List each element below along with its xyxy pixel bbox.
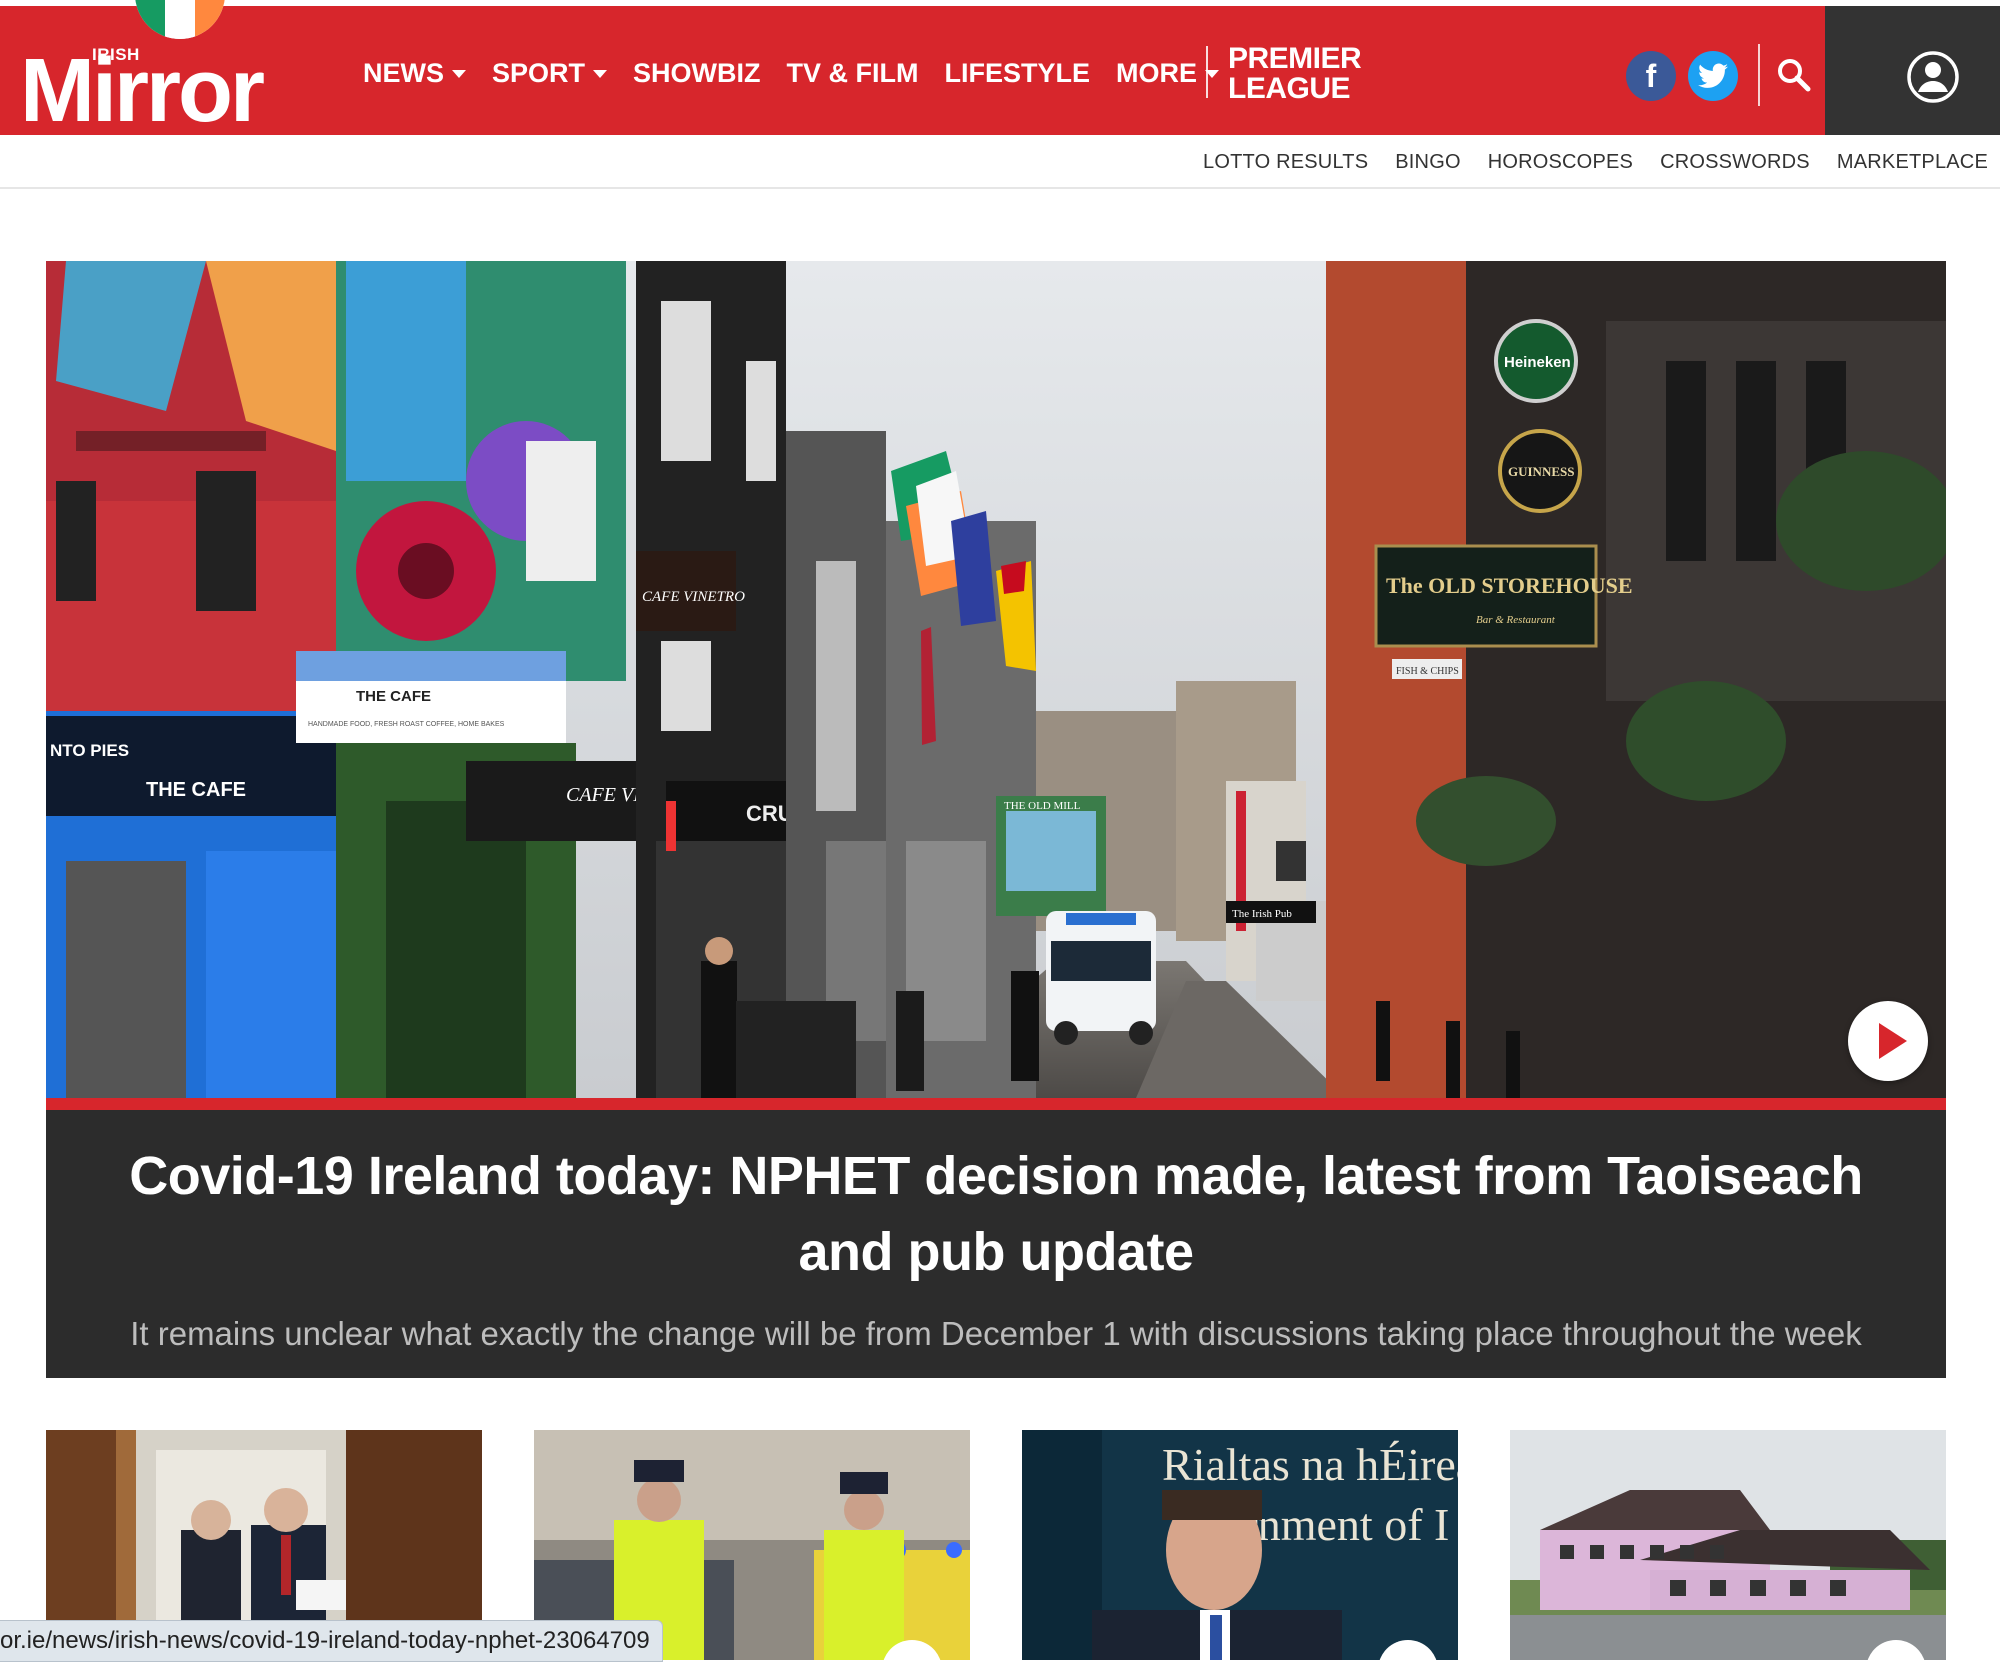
nav-sport[interactable]: SPORT xyxy=(492,58,608,89)
secondary-nav: LOTTO RESULTS BINGO HOROSCOPES CROSSWORD… xyxy=(0,135,2000,189)
subnav-bingo[interactable]: BINGO xyxy=(1395,151,1460,174)
nav-showbiz[interactable]: SHOWBIZ xyxy=(633,58,761,89)
sign-heineken: Heineken xyxy=(1504,354,1571,371)
sign-cafe-left: THE CAFE xyxy=(146,779,246,801)
sign-irish-pub: The Irish Pub xyxy=(1232,908,1292,920)
sign-cafe-mid: THE CAFE xyxy=(356,688,431,705)
subnav-lotto-results[interactable]: LOTTO RESULTS xyxy=(1203,151,1368,174)
hero-image[interactable]: NTO PIES THE CAFE THE CAFE HANDMADE FOOD… xyxy=(46,261,1946,1098)
sign-old-mill: THE OLD MILL xyxy=(1004,800,1081,812)
sign-pies: NTO PIES xyxy=(50,741,129,760)
nav-tv-film-label: TV & FILM xyxy=(786,58,919,88)
subnav-horoscopes[interactable]: HOROSCOPES xyxy=(1488,151,1633,174)
nav-more[interactable]: MORE xyxy=(1116,58,1220,89)
sign-guinness: GUINNESS xyxy=(1508,464,1574,479)
status-bar-url: or.ie/news/irish-news/covid-19-ireland-t… xyxy=(0,1620,663,1662)
nav-showbiz-label: SHOWBIZ xyxy=(633,58,761,88)
taoiseach-photo: Rialtas na hÉirea ernment of I xyxy=(1022,1430,1458,1660)
play-video-button[interactable] xyxy=(1848,1001,1928,1081)
search-icon[interactable] xyxy=(1777,58,1811,92)
nav-news-label: NEWS xyxy=(363,58,444,88)
nav-lifestyle-label: LIFESTYLE xyxy=(944,58,1091,88)
irish-flag-icon xyxy=(135,0,225,39)
facebook-icon[interactable]: f xyxy=(1626,51,1676,101)
premier-league-line1: PREMIER xyxy=(1228,42,1362,75)
hero-headline[interactable]: Covid-19 Ireland today: NPHET decision m… xyxy=(86,1138,1906,1290)
sign-fish: FISH & CHIPS xyxy=(1396,666,1459,677)
headline-panel[interactable]: Covid-19 Ireland today: NPHET decision m… xyxy=(46,1110,1946,1378)
story-thumbnail-4[interactable] xyxy=(1510,1430,1946,1660)
user-icon[interactable] xyxy=(1906,50,1960,104)
building-photo xyxy=(1510,1430,1946,1660)
premier-league-link[interactable]: PREMIER LEAGUE xyxy=(1228,42,1362,105)
subnav-marketplace[interactable]: MARKETPLACE xyxy=(1837,151,1988,174)
nav-divider xyxy=(1206,46,1208,98)
twitter-icon[interactable] xyxy=(1688,51,1738,101)
twitter-bird-icon xyxy=(1698,63,1728,88)
sign-vinetro-top: CAFE VINETRO xyxy=(642,589,745,605)
hero-standfirst: It remains unclear what exactly the chan… xyxy=(130,1315,1862,1352)
sign-storehouse: The OLD STOREHOUSE xyxy=(1386,573,1633,598)
headline-accent-bar xyxy=(46,1098,1946,1110)
nav-lifestyle[interactable]: LIFESTYLE xyxy=(945,58,1091,89)
premier-league-line2: LEAGUE xyxy=(1228,72,1351,105)
story-thumbnail-3[interactable]: Rialtas na hÉirea ernment of I xyxy=(1022,1430,1458,1660)
chevron-down-icon xyxy=(593,69,608,78)
nav-news[interactable]: NEWS xyxy=(363,58,466,89)
logo-mirror-text: Mirror xyxy=(20,41,265,141)
nav-sport-label: SPORT xyxy=(492,58,586,88)
site-logo[interactable]: IRISH Mirror xyxy=(20,0,310,136)
nav-tv-film[interactable]: TV & FILM xyxy=(787,58,919,89)
street-scene-image: NTO PIES THE CAFE THE CAFE HANDMADE FOOD… xyxy=(46,261,1946,1098)
masthead: IRISH Mirror NEWS SPORT SHOWBIZ TV & FIL… xyxy=(0,0,2000,136)
sign-storehouse-sub: Bar & Restaurant xyxy=(1476,614,1556,626)
main-nav: NEWS SPORT SHOWBIZ TV & FILM LIFESTYLE M… xyxy=(363,58,1245,89)
nav-more-label: MORE xyxy=(1116,58,1198,88)
facebook-letter: f xyxy=(1645,57,1657,94)
sign-cafe-sub: HANDMADE FOOD, FRESH ROAST COFFEE, HOME … xyxy=(308,721,505,728)
icon-divider xyxy=(1758,44,1760,106)
chevron-down-icon xyxy=(452,69,466,78)
backdrop-line1: Rialtas na hÉirea xyxy=(1162,1439,1458,1490)
subnav-crosswords[interactable]: CROSSWORDS xyxy=(1660,151,1810,174)
